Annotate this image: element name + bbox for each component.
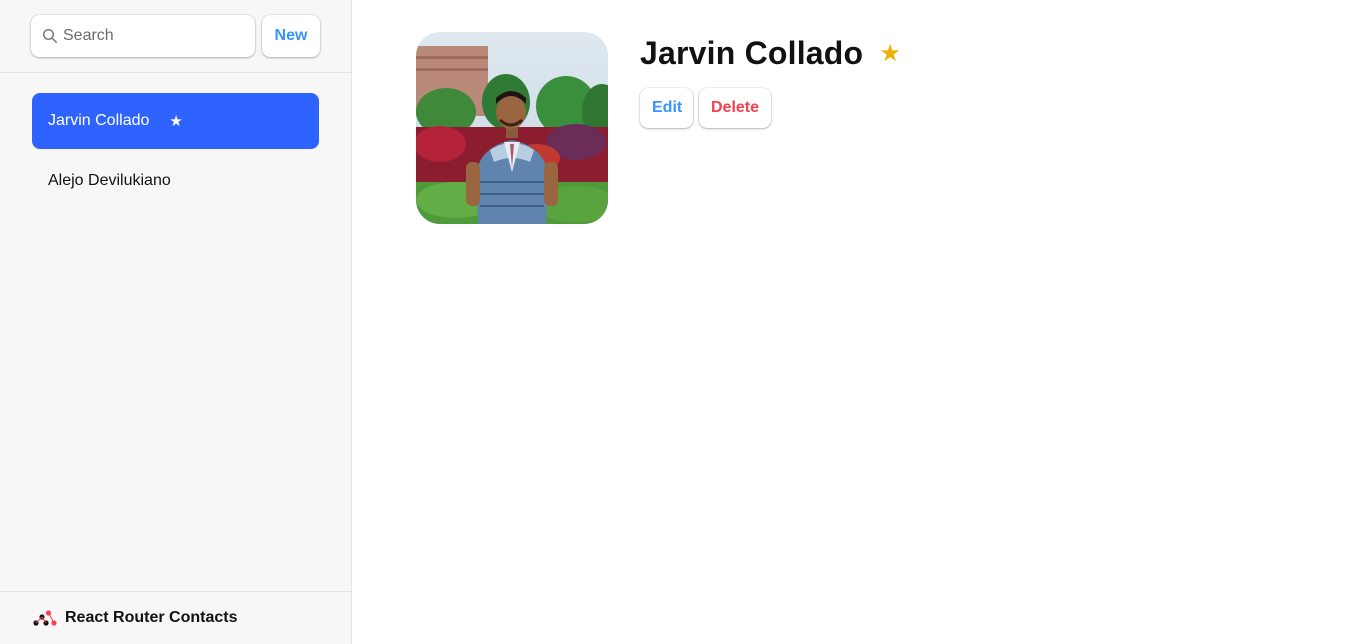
search-icon [42, 28, 57, 43]
contact-detail: Jarvin Collado ★ Edit Delete [352, 0, 1364, 644]
react-router-logo-icon [33, 610, 57, 626]
delete-button[interactable]: Delete [699, 88, 771, 128]
contact-item-label: Alejo Devilukiano [48, 172, 171, 189]
contact-avatar [416, 32, 608, 224]
sidebar-header: New [0, 0, 351, 73]
contact-name-row: Jarvin Collado ★ [640, 32, 901, 74]
search-input[interactable] [63, 15, 249, 57]
favorite-star-icon: ★ [169, 113, 183, 130]
search-box[interactable] [31, 15, 255, 57]
contact-list: Jarvin Collado ★ Alejo Devilukiano [32, 93, 319, 213]
edit-button[interactable]: Edit [640, 88, 693, 128]
favorite-star-icon[interactable]: ★ [879, 41, 901, 65]
contact-name: Jarvin Collado [640, 34, 864, 71]
new-contact-button[interactable]: New [262, 15, 320, 57]
sidebar: New Jarvin Collado ★ Alejo Devilukiano R… [0, 0, 352, 644]
contact-item-alejo-devilukiano[interactable]: Alejo Devilukiano [32, 153, 319, 209]
contact-item-label: Jarvin Collado [48, 112, 150, 129]
sidebar-footer: React Router Contacts [0, 591, 351, 644]
contact-item-jarvin-collado[interactable]: Jarvin Collado ★ [32, 93, 319, 149]
app-title: React Router Contacts [65, 609, 238, 626]
contact-photo [416, 32, 608, 224]
contact-actions: Edit Delete [640, 88, 771, 128]
